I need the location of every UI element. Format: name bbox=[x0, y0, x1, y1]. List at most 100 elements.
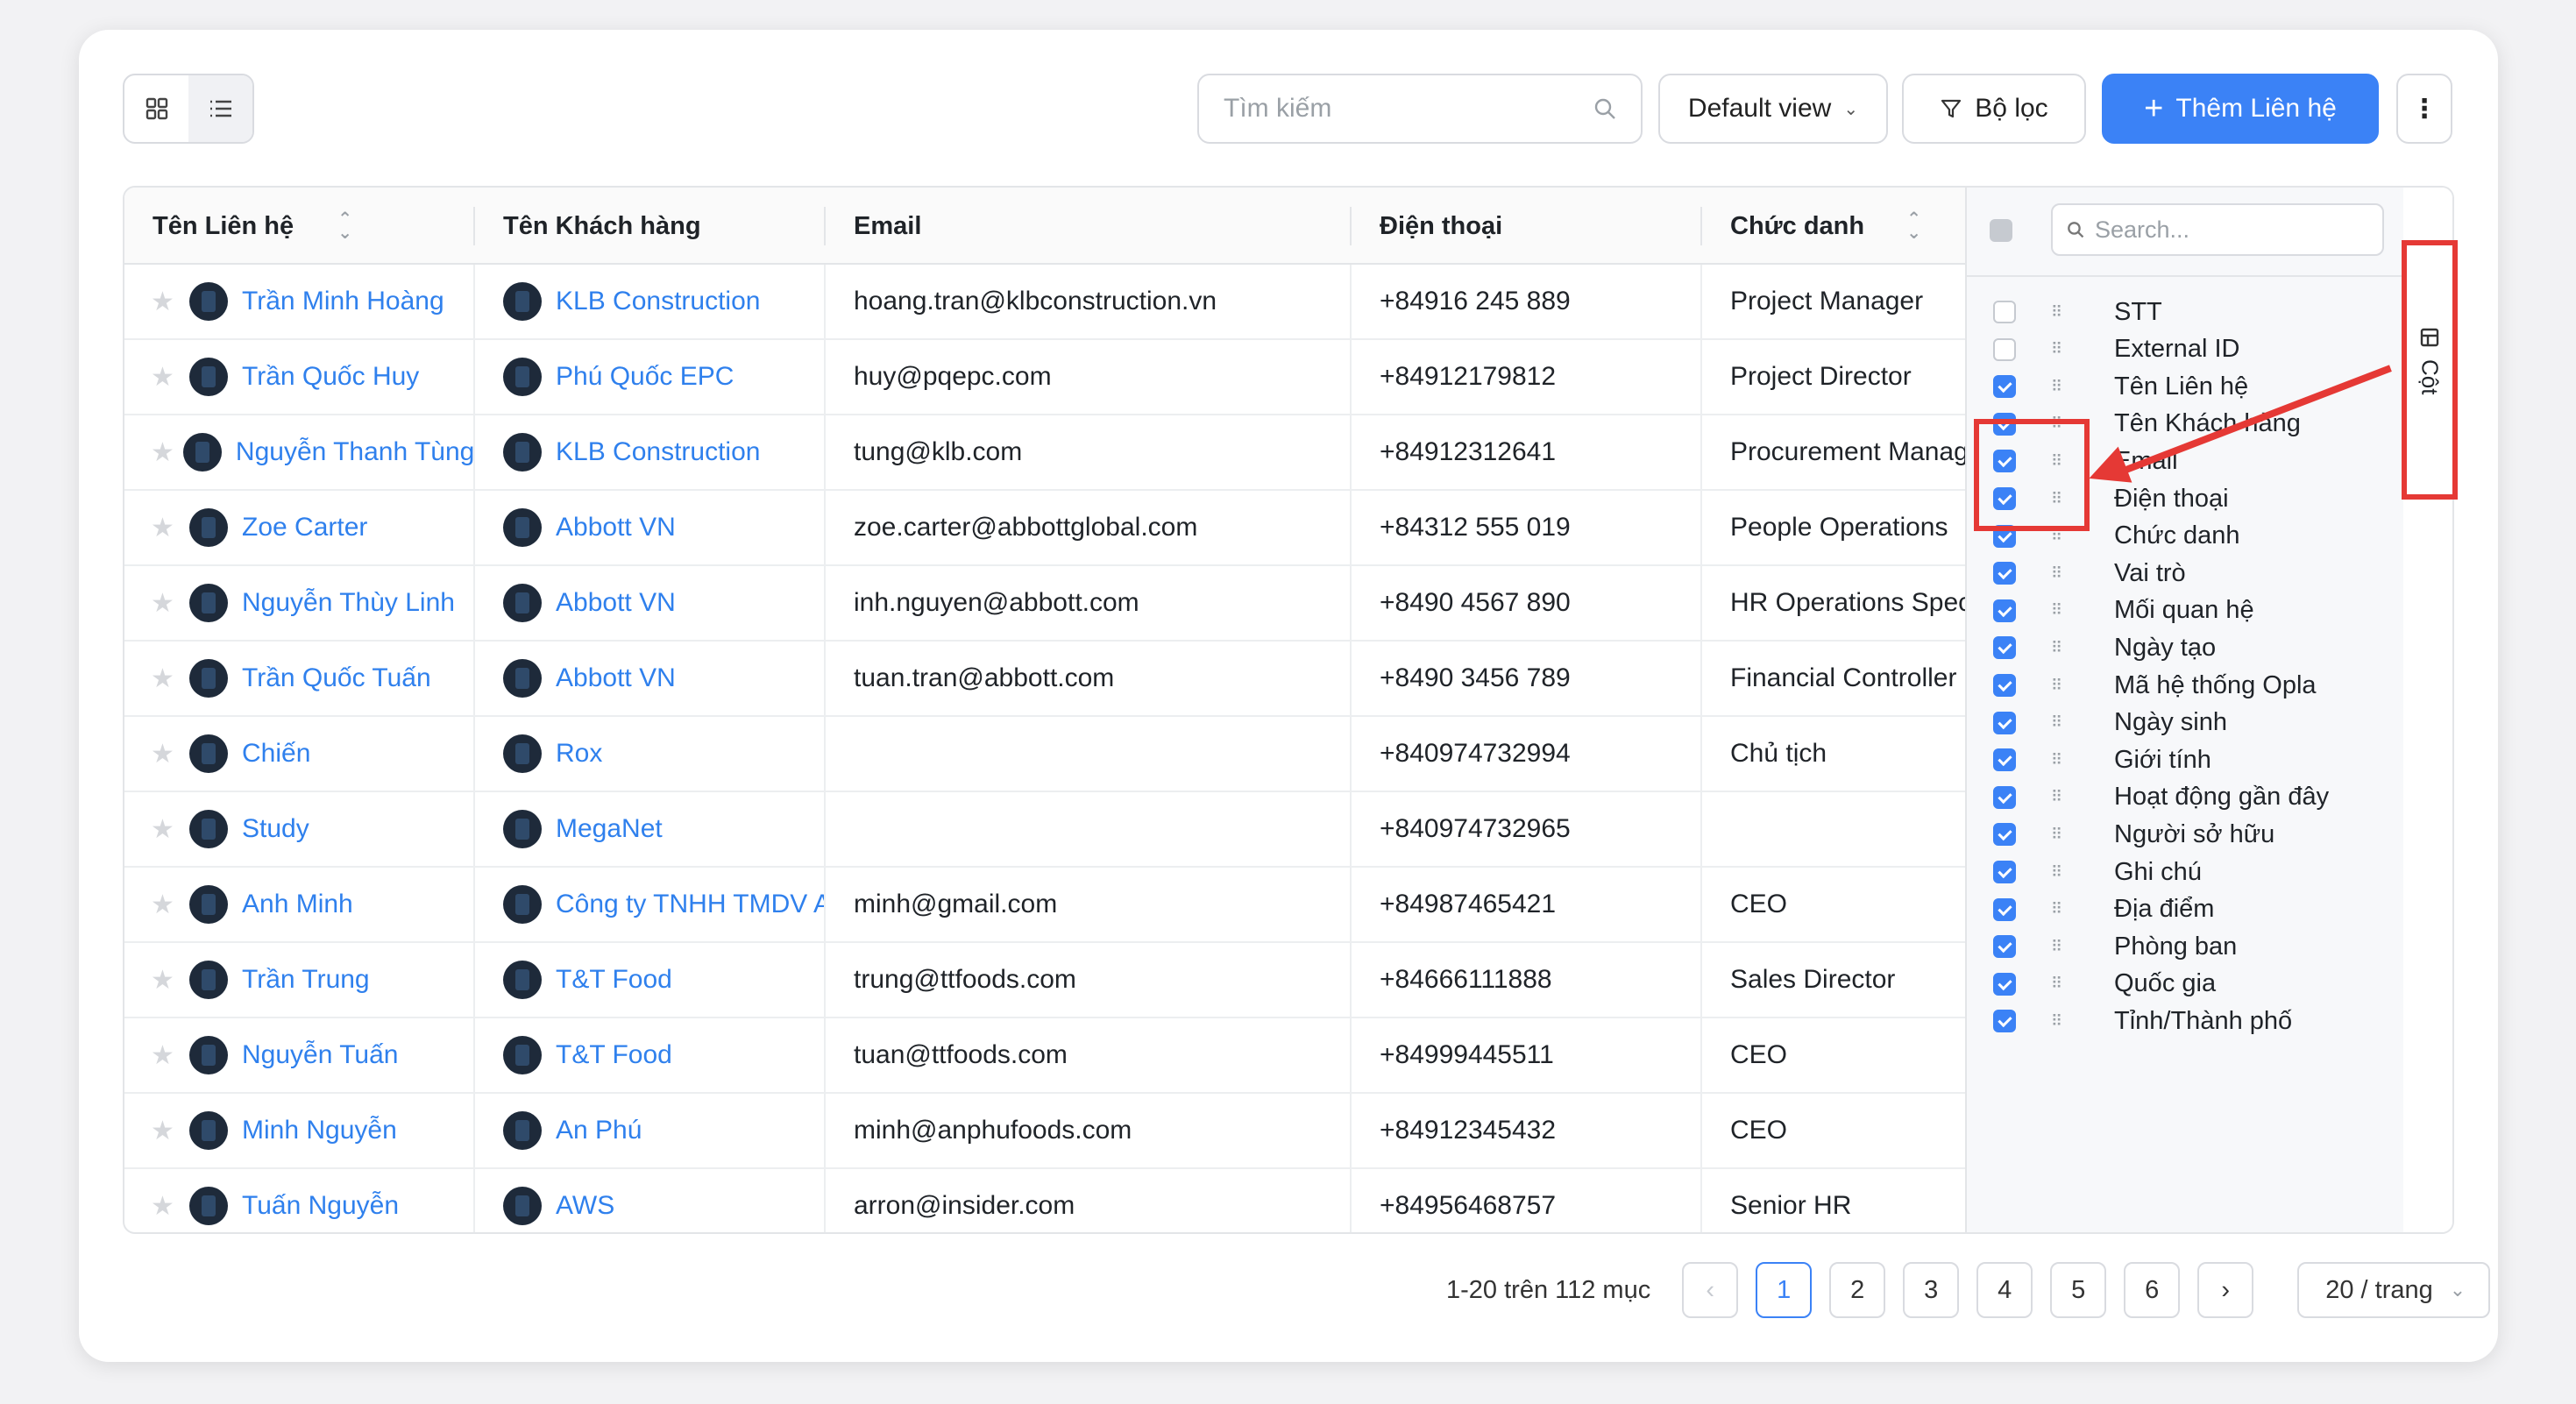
table-row[interactable]: ★ Chiến Rox +840974732994 Chủ tịch bbox=[124, 717, 1965, 792]
column-header-name[interactable]: Tên Liên hệ ⌃ ⌄ bbox=[124, 188, 475, 265]
search-input[interactable]: Tìm kiếm bbox=[1197, 74, 1643, 144]
column-checkbox[interactable] bbox=[1993, 935, 2016, 959]
column-option[interactable]: ⠿ Mã hệ thống Opla bbox=[1967, 668, 2405, 703]
drag-handle-icon[interactable]: ⠿ bbox=[2051, 751, 2063, 769]
contact-name-link[interactable]: Zoe Carter bbox=[242, 513, 367, 542]
customer-link[interactable]: AWS bbox=[556, 1191, 614, 1221]
add-contact-button[interactable]: + Thêm Liên hệ bbox=[2102, 74, 2379, 144]
star-icon[interactable]: ★ bbox=[151, 1116, 181, 1146]
column-checkbox[interactable] bbox=[1993, 562, 2016, 585]
column-checkbox[interactable] bbox=[1993, 972, 2016, 996]
column-checkbox[interactable] bbox=[1993, 897, 2016, 921]
customer-link[interactable]: Rox bbox=[556, 739, 602, 769]
next-page-button[interactable]: › bbox=[2197, 1262, 2254, 1318]
star-icon[interactable]: ★ bbox=[151, 965, 181, 996]
contact-name-link[interactable]: Trần Trung bbox=[242, 965, 370, 995]
star-icon[interactable]: ★ bbox=[151, 890, 181, 920]
customer-link[interactable]: T&T Food bbox=[556, 965, 672, 995]
drag-handle-icon[interactable]: ⠿ bbox=[2051, 975, 2063, 993]
view-select[interactable]: Default view ⌄ bbox=[1658, 74, 1888, 144]
contact-name-link[interactable]: Nguyễn Tuấn bbox=[242, 1040, 398, 1070]
column-option[interactable]: ⠿ Người sở hữu bbox=[1967, 817, 2405, 852]
column-checkbox[interactable] bbox=[1993, 711, 2016, 734]
star-icon[interactable]: ★ bbox=[151, 287, 181, 317]
column-header-title[interactable]: Chức danh ⌃ ⌄ bbox=[1702, 188, 1965, 265]
page-button[interactable]: 1 bbox=[1756, 1262, 1813, 1318]
page-button[interactable]: 2 bbox=[1829, 1262, 1886, 1318]
drag-handle-icon[interactable]: ⠿ bbox=[2051, 639, 2063, 657]
drag-handle-icon[interactable]: ⠿ bbox=[2051, 788, 2063, 806]
column-option[interactable]: ⠿ Giới tính bbox=[1967, 742, 2405, 777]
table-row[interactable]: ★ Nguyễn Thùy Linh Abbott VN inh.nguyen@… bbox=[124, 566, 1965, 642]
column-checkbox[interactable] bbox=[1993, 674, 2016, 697]
star-icon[interactable]: ★ bbox=[151, 513, 181, 543]
page-button[interactable]: 3 bbox=[1903, 1262, 1960, 1318]
column-checkbox[interactable] bbox=[1993, 1010, 2016, 1033]
contact-name-link[interactable]: Minh Nguyễn bbox=[242, 1116, 397, 1145]
column-option[interactable]: ⠿ Vai trò bbox=[1967, 556, 2405, 591]
sort-icon[interactable]: ⌃ ⌄ bbox=[337, 210, 352, 242]
table-row[interactable]: ★ Tuấn Nguyễn AWS arron@insider.com +849… bbox=[124, 1169, 1965, 1232]
customer-link[interactable]: Công ty TNHH TMDV A bbox=[556, 890, 824, 919]
customer-link[interactable]: Abbott VN bbox=[556, 663, 676, 693]
drag-handle-icon[interactable]: ⠿ bbox=[2051, 378, 2063, 396]
star-icon[interactable]: ★ bbox=[151, 362, 181, 393]
list-view-button[interactable] bbox=[188, 75, 252, 142]
contact-name-link[interactable]: Tuấn Nguyễn bbox=[242, 1191, 399, 1221]
drag-handle-icon[interactable]: ⠿ bbox=[2051, 601, 2063, 620]
customer-link[interactable]: An Phú bbox=[556, 1116, 642, 1145]
column-checkbox[interactable] bbox=[1993, 823, 2016, 847]
drag-handle-icon[interactable]: ⠿ bbox=[2051, 900, 2063, 918]
drag-handle-icon[interactable]: ⠿ bbox=[2051, 713, 2063, 732]
column-header-email[interactable]: Email bbox=[826, 188, 1352, 265]
column-option[interactable]: ⠿ Quốc gia bbox=[1967, 967, 2405, 1002]
table-row[interactable]: ★ Nguyễn Thanh Tùng KLB Construction tun… bbox=[124, 415, 1965, 491]
drag-handle-icon[interactable]: ⠿ bbox=[2051, 1012, 2063, 1031]
drag-handle-icon[interactable]: ⠿ bbox=[2051, 340, 2063, 358]
contact-name-link[interactable]: Trần Minh Hoàng bbox=[242, 287, 444, 316]
page-button[interactable]: 6 bbox=[2124, 1262, 2181, 1318]
customer-link[interactable]: KLB Construction bbox=[556, 437, 760, 467]
contact-name-link[interactable]: Nguyễn Thanh Tùng bbox=[236, 437, 473, 467]
star-icon[interactable]: ★ bbox=[151, 814, 181, 845]
table-row[interactable]: ★ Trần Minh Hoàng KLB Construction hoang… bbox=[124, 265, 1965, 340]
customer-link[interactable]: Phú Quốc EPC bbox=[556, 362, 734, 392]
customer-link[interactable]: MegaNet bbox=[556, 814, 663, 844]
column-option[interactable]: ⠿ STT bbox=[1967, 294, 2405, 330]
column-checkbox[interactable] bbox=[1993, 748, 2016, 772]
sort-icon[interactable]: ⌃ ⌄ bbox=[1906, 210, 1921, 242]
column-option[interactable]: ⠿ Ngày sinh bbox=[1967, 706, 2405, 741]
star-icon[interactable]: ★ bbox=[151, 1191, 181, 1222]
table-row[interactable]: ★ Nguyễn Tuấn T&T Food tuan@ttfoods.com … bbox=[124, 1018, 1965, 1094]
column-option[interactable]: ⠿ Ngày tạo bbox=[1967, 630, 2405, 665]
column-option[interactable]: ⠿ Tỉnh/Thành phố bbox=[1967, 1003, 2405, 1039]
column-checkbox[interactable] bbox=[1993, 599, 2016, 622]
contact-name-link[interactable]: Nguyễn Thùy Linh bbox=[242, 588, 455, 618]
page-button[interactable]: 5 bbox=[2050, 1262, 2107, 1318]
column-option[interactable]: ⠿ Ghi chú bbox=[1967, 854, 2405, 890]
column-option[interactable]: ⠿ Phòng ban bbox=[1967, 929, 2405, 964]
column-checkbox[interactable] bbox=[1993, 301, 2016, 323]
customer-link[interactable]: T&T Food bbox=[556, 1040, 672, 1070]
star-icon[interactable]: ★ bbox=[151, 663, 181, 694]
table-row[interactable]: ★ Zoe Carter Abbott VN zoe.carter@abbott… bbox=[124, 491, 1965, 566]
star-icon[interactable]: ★ bbox=[151, 1040, 181, 1071]
contact-name-link[interactable]: Anh Minh bbox=[242, 890, 353, 919]
more-options-button[interactable]: ⋮ bbox=[2396, 74, 2452, 144]
drag-handle-icon[interactable]: ⠿ bbox=[2051, 677, 2063, 695]
contact-name-link[interactable]: Chiến bbox=[242, 739, 310, 769]
customer-link[interactable]: KLB Construction bbox=[556, 287, 760, 316]
contact-name-link[interactable]: Trần Quốc Tuấn bbox=[242, 663, 431, 693]
page-button[interactable]: 4 bbox=[1976, 1262, 2033, 1318]
select-all-icon[interactable] bbox=[1990, 219, 2012, 242]
column-search-input[interactable]: Search... bbox=[2051, 203, 2384, 256]
table-row[interactable]: ★ Trần Quốc Huy Phú Quốc EPC huy@pqepc.c… bbox=[124, 340, 1965, 415]
column-option[interactable]: ⠿ Hoạt động gần đây bbox=[1967, 780, 2405, 815]
customer-link[interactable]: Abbott VN bbox=[556, 513, 676, 542]
grid-view-button[interactable] bbox=[124, 75, 188, 142]
star-icon[interactable]: ★ bbox=[151, 739, 181, 769]
drag-handle-icon[interactable]: ⠿ bbox=[2051, 564, 2063, 583]
customer-link[interactable]: Abbott VN bbox=[556, 588, 676, 618]
drag-handle-icon[interactable]: ⠿ bbox=[2051, 938, 2063, 956]
table-row[interactable]: ★ Trần Quốc Tuấn Abbott VN tuan.tran@abb… bbox=[124, 642, 1965, 717]
